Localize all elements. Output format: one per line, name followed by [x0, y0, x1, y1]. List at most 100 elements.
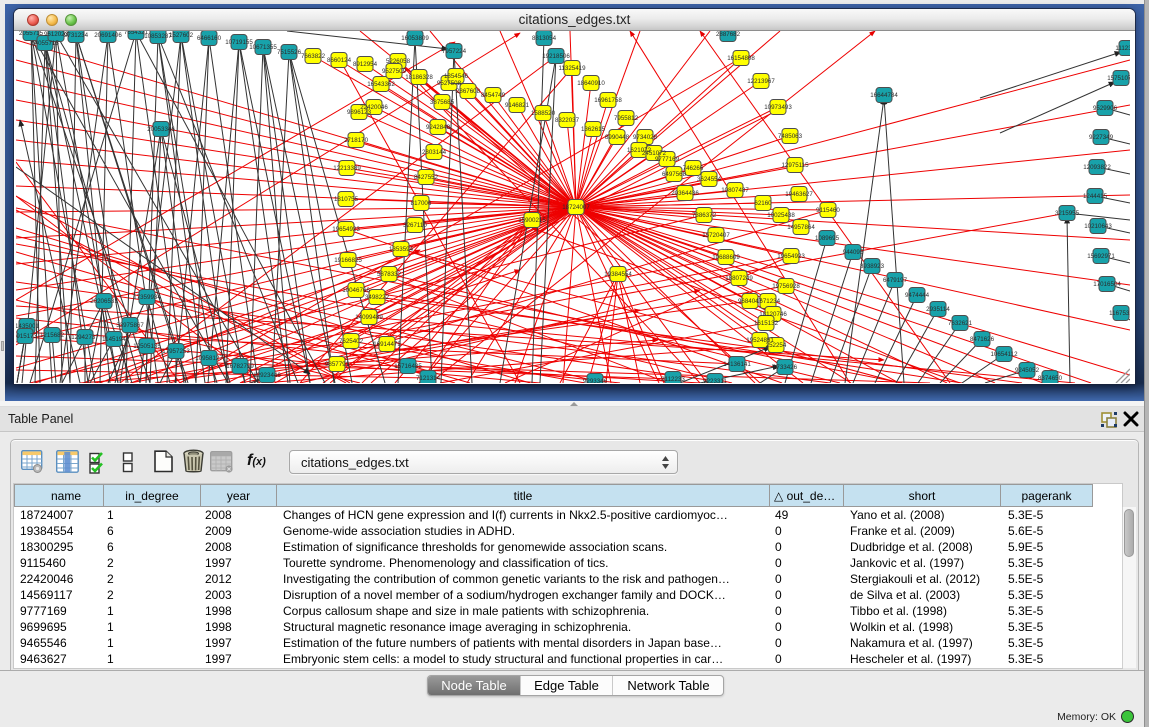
svg-text:9857791: 9857791 — [325, 361, 350, 368]
svg-text:14099489: 14099489 — [355, 314, 383, 321]
svg-text:18186328: 18186328 — [405, 74, 433, 81]
svg-text:9896123: 9896123 — [347, 109, 372, 116]
svg-text:252254: 252254 — [766, 342, 787, 349]
svg-text:1215682: 1215682 — [40, 332, 65, 339]
svg-text:2803144: 2803144 — [422, 149, 447, 156]
svg-text:19654923: 19654923 — [332, 226, 360, 233]
svg-text:7632621: 7632621 — [948, 320, 973, 327]
svg-text:16961758: 16961758 — [594, 97, 622, 104]
svg-text:10654112: 10654112 — [990, 351, 1018, 358]
svg-text:9474444: 9474444 — [905, 292, 930, 299]
svg-text:8374650: 8374650 — [1038, 375, 1063, 382]
svg-text:9734028: 9734028 — [633, 134, 658, 141]
svg-text:14136141: 14136141 — [723, 361, 751, 368]
svg-text:12923446: 12923446 — [253, 372, 281, 379]
svg-text:7955812: 7955812 — [614, 115, 639, 122]
svg-text:10973493: 10973493 — [764, 104, 792, 111]
svg-text:3915173: 3915173 — [16, 333, 38, 340]
svg-text:17359934: 17359934 — [133, 294, 161, 301]
svg-text:17957253: 17957253 — [162, 348, 190, 355]
svg-text:10671355: 10671355 — [249, 44, 277, 51]
svg-text:19384554: 19384554 — [604, 271, 632, 278]
svg-text:9527508: 9527508 — [437, 80, 462, 87]
svg-text:15900215: 15900215 — [518, 217, 546, 224]
svg-text:9731234: 9731234 — [64, 32, 89, 39]
svg-text:16914479: 16914479 — [373, 341, 401, 348]
svg-text:16782759: 16782759 — [226, 363, 254, 370]
svg-text:9529906: 9529906 — [1093, 105, 1118, 112]
svg-text:9146821: 9146821 — [505, 102, 530, 109]
svg-text:62160: 62160 — [754, 200, 772, 207]
svg-text:33975867: 33975867 — [116, 322, 144, 329]
svg-text:12505135: 12505135 — [133, 343, 161, 350]
svg-text:11325419: 11325419 — [558, 65, 586, 72]
svg-text:9684047: 9684047 — [738, 298, 763, 305]
svg-text:19218506: 19218506 — [542, 53, 570, 60]
svg-text:1615132: 1615132 — [754, 320, 779, 327]
svg-text:1435001: 1435001 — [16, 323, 40, 330]
svg-text:9527509: 9527509 — [382, 68, 407, 75]
svg-text:7663822: 7663822 — [301, 53, 326, 60]
svg-text:2718170: 2718170 — [344, 137, 369, 144]
svg-text:10025438: 10025438 — [767, 212, 795, 219]
svg-text:2867608: 2867608 — [456, 88, 481, 95]
svg-text:20364436: 20364436 — [671, 190, 699, 197]
svg-text:9293346: 9293346 — [583, 378, 608, 383]
svg-text:10688609: 10688609 — [712, 254, 740, 261]
svg-text:18120746: 18120746 — [759, 311, 787, 318]
svg-text:19463627: 19463627 — [785, 191, 813, 198]
svg-text:15720407: 15720407 — [702, 232, 730, 239]
svg-text:16154808: 16154808 — [727, 55, 755, 62]
svg-text:16543362: 16543362 — [367, 81, 395, 88]
svg-text:6497568: 6497568 — [662, 171, 687, 178]
svg-text:10046766: 10046766 — [342, 287, 370, 294]
svg-text:19654923: 19654923 — [777, 253, 805, 260]
svg-text:19166825: 19166825 — [334, 257, 362, 264]
svg-text:8912954: 8912954 — [353, 61, 378, 68]
svg-text:12213967: 12213967 — [747, 78, 775, 85]
svg-text:9223311: 9223311 — [703, 378, 727, 383]
svg-text:8813054: 8813054 — [532, 35, 557, 42]
svg-text:12975115: 12975115 — [781, 162, 809, 169]
svg-text:20691406: 20691406 — [94, 32, 122, 39]
svg-text:8990448: 8990448 — [605, 134, 630, 141]
svg-text:7121314: 7121314 — [416, 375, 441, 382]
svg-text:9115460: 9115460 — [816, 207, 840, 214]
svg-text:5878332: 5878332 — [377, 271, 402, 278]
svg-text:8471626: 8471626 — [970, 336, 995, 343]
svg-text:10958127: 10958127 — [195, 355, 223, 362]
svg-text:1353594: 1353594 — [389, 246, 414, 253]
svg-text:817006: 817006 — [411, 200, 432, 207]
svg-text:3624554: 3624554 — [697, 176, 722, 183]
svg-text:1362615: 1362615 — [581, 126, 606, 133]
svg-text:14957864: 14957864 — [787, 224, 815, 231]
svg-text:18724007: 18724007 — [562, 204, 590, 211]
svg-text:1112345: 1112345 — [1115, 45, 1130, 52]
svg-text:16644784: 16644784 — [870, 92, 898, 99]
svg-text:1854546: 1854546 — [444, 73, 469, 80]
svg-text:3215955: 3215955 — [1055, 210, 1080, 217]
svg-text:12942737: 12942737 — [71, 334, 99, 341]
svg-text:944095: 944095 — [843, 249, 864, 256]
svg-text:2935114: 2935114 — [926, 306, 950, 313]
svg-text:1733426: 1733426 — [773, 364, 798, 371]
svg-text:9227349: 9227349 — [1089, 134, 1114, 141]
svg-text:19756928: 19756928 — [772, 283, 800, 290]
svg-text:20053346: 20053346 — [147, 126, 175, 133]
svg-text:12093822: 12093822 — [1083, 164, 1111, 171]
svg-text:1588520: 1588520 — [531, 110, 556, 117]
svg-text:3267110: 3267110 — [403, 222, 427, 229]
svg-text:8112233: 8112233 — [661, 376, 685, 383]
svg-text:15751074: 15751074 — [1107, 75, 1130, 82]
svg-text:7485063: 7485063 — [778, 133, 803, 140]
svg-text:7386372: 7386372 — [692, 212, 717, 219]
svg-text:1167531: 1167531 — [1109, 310, 1130, 317]
svg-text:1145194: 1145194 — [102, 336, 126, 343]
svg-text:9777169: 9777169 — [655, 156, 680, 163]
svg-text:3498222: 3498222 — [365, 294, 390, 301]
svg-text:8427552: 8427552 — [414, 174, 439, 181]
svg-text:8322037: 8322037 — [555, 117, 580, 124]
svg-text:10210643: 10210643 — [1084, 223, 1112, 230]
svg-text:17016504: 17016504 — [1093, 281, 1121, 288]
svg-text:20206531: 20206531 — [90, 298, 118, 305]
